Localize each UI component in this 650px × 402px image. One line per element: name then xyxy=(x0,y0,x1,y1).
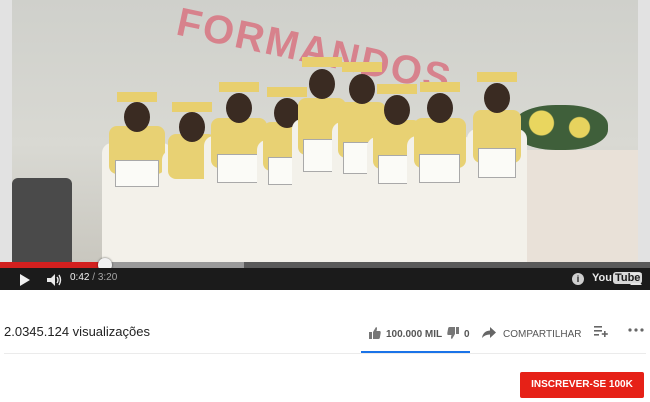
share-button[interactable]: COMPARTILHAR xyxy=(482,326,582,342)
player-controls: 0:42 / 3:20 i You Tube xyxy=(0,268,650,290)
dislike-button[interactable]: 0 xyxy=(447,327,470,342)
current-time: 0:42 xyxy=(70,272,90,283)
like-button[interactable]: 100.000 MIL xyxy=(369,327,442,342)
graduation-photo: FORMANDOS xyxy=(12,0,638,262)
scene-child xyxy=(467,72,527,262)
dislike-count: 0 xyxy=(464,329,470,340)
volume-icon[interactable] xyxy=(47,273,63,291)
fullscreen-icon[interactable] xyxy=(630,273,642,285)
video-frame-right-border xyxy=(638,0,650,262)
video-player[interactable]: FORMANDOS 0:42 / 3:20 i You Tube xyxy=(0,0,650,290)
section-divider xyxy=(4,353,646,354)
time-separator: / xyxy=(89,272,98,283)
time-display: 0:42 / 3:20 xyxy=(70,272,117,283)
thumbs-up-icon xyxy=(369,327,381,342)
add-to-playlist-icon[interactable] xyxy=(594,324,608,340)
volume-icon-svg xyxy=(47,274,62,286)
subscribe-button[interactable]: INSCREVER-SE 100K xyxy=(520,372,644,398)
scene-chair xyxy=(12,178,72,262)
more-options-icon[interactable] xyxy=(628,322,644,339)
like-count: 100.000 MIL xyxy=(386,329,443,340)
thumbs-down-icon xyxy=(447,327,459,342)
youtube-logo-you: You xyxy=(592,272,612,284)
info-icon[interactable]: i xyxy=(572,273,584,285)
share-arrow-icon xyxy=(482,326,496,342)
play-icon[interactable] xyxy=(20,274,30,286)
video-frame-left-border xyxy=(0,0,12,262)
scene-child xyxy=(407,82,472,262)
scene-flowers xyxy=(513,105,608,150)
video-frame[interactable]: FORMANDOS xyxy=(0,0,650,262)
share-label: COMPARTILHAR xyxy=(503,328,582,340)
view-count: 2.0345.124 visualizações xyxy=(4,324,150,339)
duration: 3:20 xyxy=(97,272,118,283)
video-watch-page: FORMANDOS 0:42 / 3:20 i You Tube 2.0345.… xyxy=(0,0,650,402)
